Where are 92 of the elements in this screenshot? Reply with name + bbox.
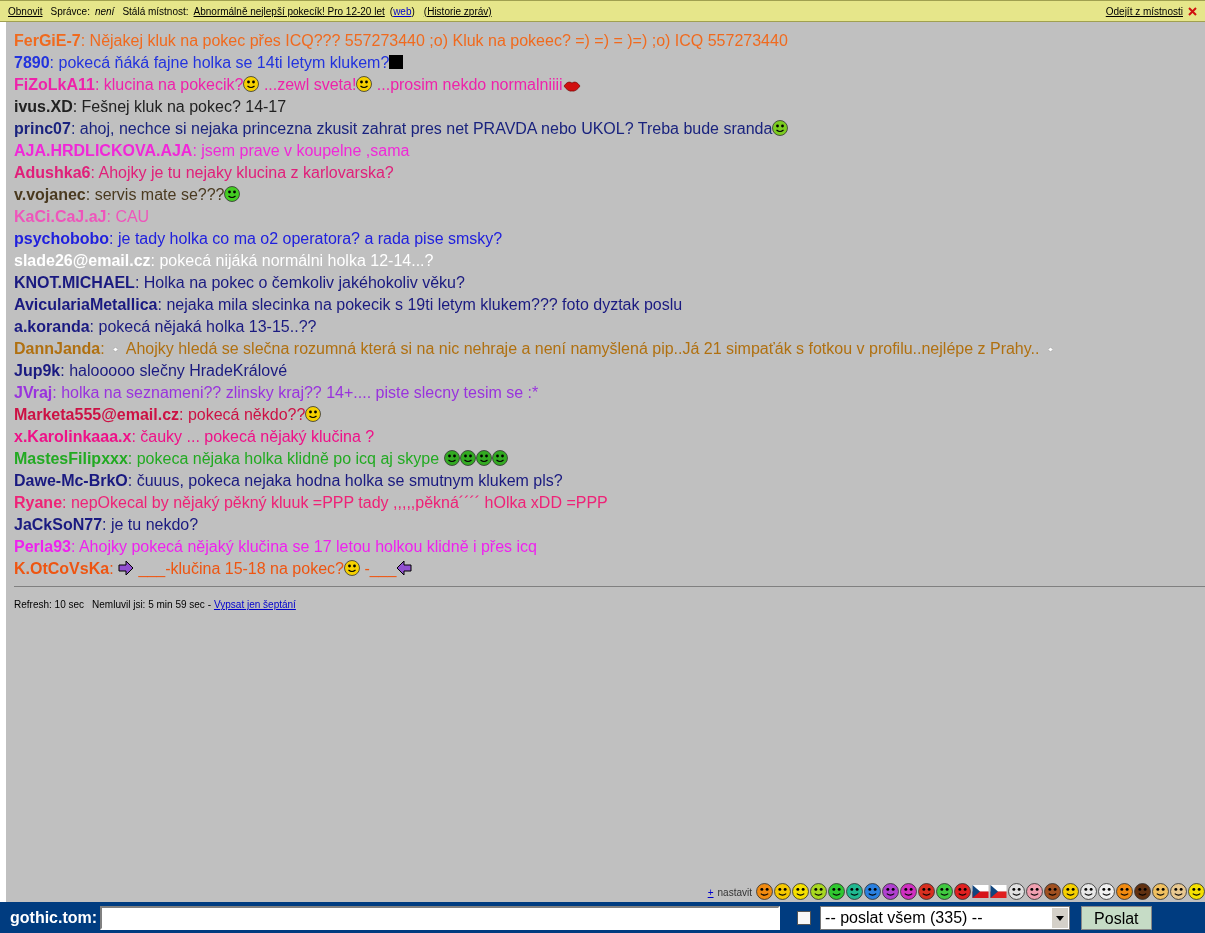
history-link[interactable]: (Historie zpráv): [423, 3, 492, 19]
add-link[interactable]: +: [707, 885, 714, 900]
smiley-icon[interactable]: [774, 883, 791, 900]
message-input[interactable]: [100, 905, 781, 930]
message-text: : čauky ... pokecá nějaký klučina ?: [131, 428, 375, 445]
message-text: : nejaka mila slecinka na pokecik s 19ti letym klukem??? foto dyztak poslu: [157, 296, 683, 313]
room-link[interactable]: Abnormálně nejlepší pokecík! Pro 12-20 let: [193, 3, 385, 19]
message-text: Ahojky hledá se slečna rozumná která si na nic nehraje a není namyšlená pip..Já 21 simpaťák s fotkou v profilu..nejlépe z Prahy..: [124, 340, 1041, 357]
message-text: : pokecá ňáká fajne holka se 14ti letym klukem?: [49, 54, 390, 71]
smiley-icon[interactable]: [846, 883, 863, 900]
message-text: : je tu nekdo?: [102, 516, 199, 533]
square-icon: [389, 55, 404, 69]
message-text: : pokecá nijáká normálni holka 12-14...?: [150, 252, 434, 269]
smiley-icon[interactable]: [936, 883, 953, 900]
smiley-icon[interactable]: [1188, 883, 1205, 900]
smiley-icon[interactable]: [1134, 883, 1151, 900]
private-checkbox[interactable]: [797, 910, 812, 925]
flag-icon[interactable]: [990, 883, 1007, 900]
message-text: : Holka na pokec o čemkoliv jakéhokoliv věku?: [134, 274, 465, 291]
message-text: :: [100, 340, 106, 357]
smiley-icon[interactable]: [882, 883, 899, 900]
smiley-icon[interactable]: [1044, 883, 1061, 900]
message-text: : Ahojky je tu nejaky klucina z karlovarska?: [90, 164, 394, 181]
nickname: gothic.tom:: [10, 907, 98, 928]
smiley-icon[interactable]: [792, 883, 809, 900]
smiley-icon[interactable]: [900, 883, 917, 900]
leave-link[interactable]: Odejít z místnosti: [1105, 3, 1183, 19]
message-text: : nepOkecal by nějaký pěkný kluuk =PPP tady ,,,,,pěkná´´´´ hOlka xDD =PPP: [62, 494, 608, 511]
smiley-icon[interactable]: [1170, 883, 1187, 900]
message-text: ___-klučina 15-18 na pokec?: [137, 560, 344, 577]
message-text: : pokecá někdo??: [179, 406, 306, 423]
right-arrow-icon: [118, 560, 134, 576]
username[interactable]: KNOT.MICHAEL: [14, 274, 135, 291]
username[interactable]: 7890: [14, 54, 50, 71]
room-label: Stálá místnost:: [122, 4, 189, 19]
close-icon[interactable]: [1188, 6, 1197, 16]
smiley-icon[interactable]: [1080, 883, 1097, 900]
recipient-select[interactable]: -- poslat všem (335) --: [820, 905, 1071, 930]
message-text: : CAU: [106, 208, 150, 225]
smiley-icon[interactable]: [954, 883, 971, 900]
smiley-icon[interactable]: [918, 883, 935, 900]
message-text: : pokecá nějaká holka 13-15..??: [89, 318, 317, 335]
flag-icon[interactable]: [972, 883, 989, 900]
message-text: : ahoj, nechce si nejaka princezna zkusit zahrat pres net PRAVDA nebo UKOL? Treba bude sranda: [70, 120, 773, 137]
smiley-icon[interactable]: [1152, 883, 1169, 900]
message-text: : čuuus, pokeca nejaka hodna holka se smutnym klukem pls?: [127, 472, 563, 489]
username[interactable]: Jup9k: [14, 362, 61, 379]
username[interactable]: a.koranda: [14, 318, 90, 335]
left-arrow-icon: [396, 560, 413, 576]
paren-text: (: [389, 4, 394, 19]
smiley-icon[interactable]: [864, 883, 881, 900]
message-text: ...zewl sveta!: [262, 76, 357, 93]
message-text: : jsem prave v koupelne ,sama: [192, 142, 410, 159]
whisper-link[interactable]: Vypsat jen šeptání: [213, 597, 296, 612]
message-text: ...prosim nekdo normalniiii: [375, 76, 563, 93]
username[interactable]: AviculariaMetallica: [14, 296, 158, 313]
username[interactable]: princ07: [14, 120, 71, 137]
username[interactable]: JaCkSoN77: [14, 516, 103, 533]
idle-status: Nemluvil jsi: 5 min 59 sec -: [92, 598, 211, 612]
refresh-status: Refresh: 10 sec: [14, 598, 85, 612]
message-text: -___: [363, 560, 397, 577]
bullet-icon: [113, 347, 119, 353]
message-text: : halooooo slečny HradeKrálové: [60, 362, 288, 379]
message-text: : klucina na pokecik?: [94, 76, 244, 93]
paren-text: ): [411, 4, 415, 19]
smiley-icon[interactable]: [1098, 883, 1115, 900]
smiley-icon[interactable]: [1062, 883, 1079, 900]
send-button[interactable]: Poslat: [1081, 905, 1152, 930]
smiley-icon[interactable]: [1008, 883, 1025, 900]
smiley-icon[interactable]: [810, 883, 827, 900]
admin-label: Správce:: [50, 4, 90, 19]
refresh-link[interactable]: Obnovit: [8, 3, 43, 19]
lips-icon: [562, 79, 581, 92]
username[interactable]: v.vojanec: [14, 186, 86, 203]
smiley-icon[interactable]: [828, 883, 845, 900]
message-text: : Nějakej kluk na pokec přes ICQ??? 557273440 ;o) Kluk na pokeec? =) =) = )=) ;o) ICQ 557273440: [80, 32, 788, 49]
message-text: :: [109, 560, 115, 577]
bullet-icon: [1047, 347, 1053, 353]
message-text: : je tady holka co ma o2 operatora? a rada pise smsky?: [109, 230, 503, 247]
web-link[interactable]: web: [393, 3, 412, 19]
smiley-icon[interactable]: [1026, 883, 1043, 900]
message-text: : Fešnej kluk na pokec? 14-17: [72, 98, 287, 115]
smiley-icon[interactable]: [1116, 883, 1133, 900]
smiley-icon[interactable]: [756, 883, 773, 900]
message-text: : pokeca nějaka holka klidně po icq aj skype: [127, 450, 441, 467]
message-text: : Ahojky pokecá nějaký klučina se 17 letou holkou klidně i přes icq: [70, 538, 537, 555]
username[interactable]: ivus.XD: [14, 98, 73, 115]
message-text: : servis mate se???: [85, 186, 225, 203]
message-text: : holka na seznameni?? zlinsky kraj?? 14+.... piste slecny tesim se :*: [52, 384, 539, 401]
admin-value: není: [94, 4, 115, 19]
settings-link[interactable]: nastavit: [717, 885, 752, 900]
username[interactable]: Dawe-Mc-BrkO: [14, 472, 128, 489]
